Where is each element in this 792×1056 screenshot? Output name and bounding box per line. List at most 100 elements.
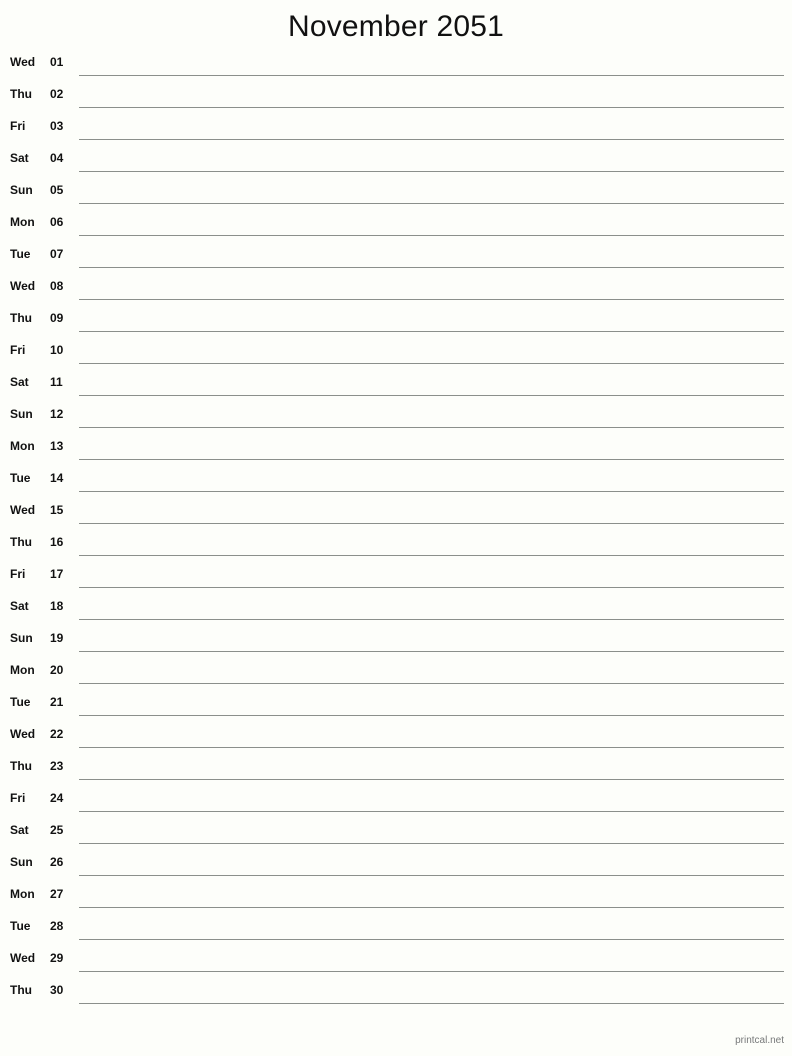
note-line[interactable]	[79, 721, 784, 748]
day-number: 11	[50, 375, 63, 389]
note-line[interactable]	[79, 817, 784, 844]
day-row: Mon 27	[10, 881, 784, 913]
day-row: Tue 14	[10, 465, 784, 497]
note-line[interactable]	[79, 241, 784, 268]
day-number: 28	[50, 919, 64, 933]
day-number: 22	[50, 727, 64, 741]
day-number: 12	[50, 407, 64, 421]
day-row: Thu 02	[10, 81, 784, 113]
day-row: Thu 30	[10, 977, 784, 1009]
day-row: Wed 08	[10, 273, 784, 305]
day-row: Sat 04	[10, 145, 784, 177]
weekday-label: Sun	[10, 631, 33, 645]
day-number: 18	[50, 599, 64, 613]
day-row: Tue 21	[10, 689, 784, 721]
calendar-page: November 2051 Wed 01 Thu 02 Fri 03 Sat 04 Sun 05 M…	[0, 0, 792, 1056]
weekday-label: Tue	[10, 247, 31, 261]
day-row: Fri 24	[10, 785, 784, 817]
weekday-label: Fri	[10, 119, 26, 133]
note-line[interactable]	[79, 913, 784, 940]
note-line[interactable]	[79, 177, 784, 204]
day-row: Wed 15	[10, 497, 784, 529]
note-line[interactable]	[79, 49, 784, 76]
weekday-label: Mon	[10, 887, 35, 901]
note-line[interactable]	[79, 529, 784, 556]
note-line[interactable]	[79, 369, 784, 396]
weekday-label: Mon	[10, 663, 35, 677]
weekday-label: Wed	[10, 503, 36, 517]
day-number: 03	[50, 119, 64, 133]
weekday-label: Thu	[10, 311, 32, 325]
note-line[interactable]	[79, 593, 784, 620]
day-row: Sat 25	[10, 817, 784, 849]
note-line[interactable]	[79, 561, 784, 588]
note-line[interactable]	[79, 81, 784, 108]
note-line[interactable]	[79, 945, 784, 972]
weekday-label: Sat	[10, 823, 29, 837]
day-row: Mon 06	[10, 209, 784, 241]
note-line[interactable]	[79, 273, 784, 300]
day-number: 16	[50, 535, 64, 549]
day-number: 30	[50, 983, 64, 997]
weekday-label: Tue	[10, 471, 31, 485]
weekday-label: Sun	[10, 407, 33, 421]
note-line[interactable]	[79, 497, 784, 524]
day-row: Fri 17	[10, 561, 784, 593]
day-number: 02	[50, 87, 64, 101]
note-line[interactable]	[79, 209, 784, 236]
weekday-label: Wed	[10, 279, 36, 293]
day-row: Sun 05	[10, 177, 784, 209]
day-number: 01	[50, 55, 64, 69]
note-line[interactable]	[79, 465, 784, 492]
weekday-label: Fri	[10, 343, 26, 357]
weekday-label: Wed	[10, 951, 36, 965]
weekday-label: Thu	[10, 87, 32, 101]
day-number: 04	[50, 151, 64, 165]
weekday-label: Sat	[10, 375, 29, 389]
day-number: 23	[50, 759, 64, 773]
weekday-label: Thu	[10, 983, 32, 997]
note-line[interactable]	[79, 977, 784, 1004]
note-line[interactable]	[79, 113, 784, 140]
note-line[interactable]	[79, 753, 784, 780]
note-line[interactable]	[79, 145, 784, 172]
day-number: 05	[50, 183, 64, 197]
weekday-label: Fri	[10, 567, 26, 581]
day-row: Thu 16	[10, 529, 784, 561]
note-line[interactable]	[79, 401, 784, 428]
day-row: Wed 01	[10, 49, 784, 81]
footer-brand: printcal.net	[735, 1035, 784, 1046]
note-line[interactable]	[79, 881, 784, 908]
day-row: Sun 26	[10, 849, 784, 881]
day-number: 26	[50, 855, 64, 869]
day-row-list: Wed 01 Thu 02 Fri 03 Sat 04 Sun 05 Mon 06 Tue 07 Wed 08…	[0, 49, 792, 1009]
weekday-label: Thu	[10, 759, 32, 773]
day-number: 21	[50, 695, 64, 709]
day-number: 09	[50, 311, 64, 325]
note-line[interactable]	[79, 305, 784, 332]
note-line[interactable]	[79, 849, 784, 876]
note-line[interactable]	[79, 657, 784, 684]
day-number: 20	[50, 663, 64, 677]
weekday-label: Sun	[10, 855, 33, 869]
day-row: Sun 12	[10, 401, 784, 433]
weekday-label: Wed	[10, 727, 36, 741]
day-row: Sat 11	[10, 369, 784, 401]
day-number: 14	[50, 471, 64, 485]
weekday-label: Mon	[10, 215, 35, 229]
note-line[interactable]	[79, 625, 784, 652]
weekday-label: Wed	[10, 55, 36, 69]
note-line[interactable]	[79, 689, 784, 716]
day-row: Fri 10	[10, 337, 784, 369]
day-row: Thu 23	[10, 753, 784, 785]
day-number: 10	[50, 343, 64, 357]
note-line[interactable]	[79, 337, 784, 364]
weekday-label: Tue	[10, 919, 31, 933]
weekday-label: Mon	[10, 439, 35, 453]
day-row: Fri 03	[10, 113, 784, 145]
note-line[interactable]	[79, 785, 784, 812]
day-row: Sat 18	[10, 593, 784, 625]
day-row: Wed 29	[10, 945, 784, 977]
weekday-label: Tue	[10, 695, 31, 709]
note-line[interactable]	[79, 433, 784, 460]
